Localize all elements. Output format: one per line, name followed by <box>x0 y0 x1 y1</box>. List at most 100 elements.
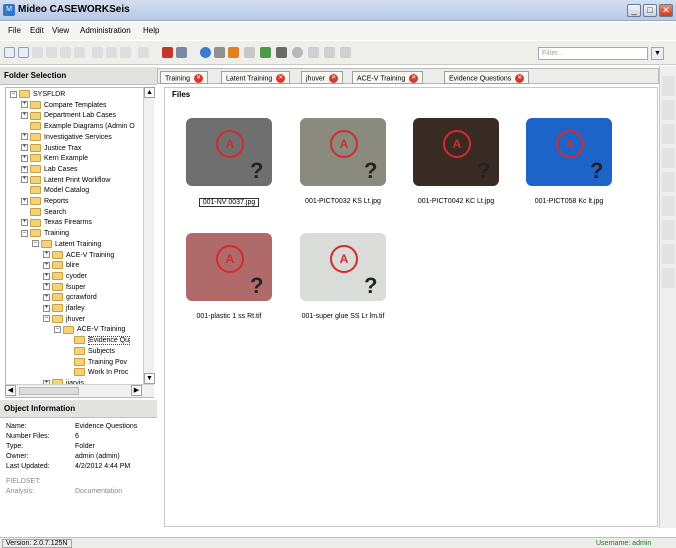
file-thumbnail[interactable]: A? <box>186 233 272 301</box>
tree-expander-icon[interactable]: + <box>21 165 28 173</box>
compare-icon[interactable] <box>324 47 335 58</box>
delete-icon[interactable] <box>120 47 131 58</box>
tree-item[interactable]: + Texas Firearms <box>21 218 92 228</box>
rail-tool-icon[interactable] <box>662 196 675 216</box>
tab-close-icon[interactable]: ✕ <box>194 74 204 83</box>
rail-tool-icon[interactable] <box>662 220 675 240</box>
tab[interactable]: Training ✕ <box>160 71 209 84</box>
new-icon[interactable] <box>4 47 15 58</box>
tree-item[interactable]: − ACE-V Training <box>54 325 125 335</box>
filter-dropdown-button[interactable]: ▼ <box>651 47 664 60</box>
tree-item[interactable]: + cyoder <box>43 272 87 282</box>
properties-icon[interactable] <box>138 47 149 58</box>
flag-icon[interactable] <box>228 47 239 58</box>
tree-item[interactable]: Subjects <box>65 346 115 357</box>
tree-item[interactable]: Training Pov <box>65 357 127 368</box>
tree-item[interactable]: + Reports <box>21 197 69 207</box>
tree-item[interactable]: + blire <box>43 261 79 271</box>
rail-tool-icon[interactable] <box>662 172 675 192</box>
tree-item[interactable]: Search <box>21 207 66 218</box>
tree-item[interactable]: − Latent Training <box>32 239 101 250</box>
tab[interactable]: jhuver ✕ <box>301 71 344 84</box>
tree-item[interactable]: + Kern Example <box>21 154 88 164</box>
open-icon[interactable] <box>18 47 29 58</box>
copy-icon[interactable] <box>92 47 103 58</box>
tree-item[interactable]: Evidence Qu <box>65 336 131 346</box>
file-name-label[interactable]: 001-PICT0042 KC Lt.jpg <box>403 198 509 205</box>
file-thumbnail[interactable]: A? <box>300 233 386 301</box>
tree-expander-icon[interactable]: + <box>43 293 50 301</box>
tree-item[interactable]: + jfarley <box>43 304 85 314</box>
tree-expander-icon[interactable]: − <box>54 326 61 334</box>
tree-item[interactable]: + Compare Templates <box>21 100 107 111</box>
refresh-icon[interactable] <box>60 47 71 58</box>
slideshow-icon[interactable] <box>308 47 319 58</box>
menu-file[interactable]: File <box>8 26 21 35</box>
rail-chart-icon[interactable] <box>662 244 675 264</box>
tree-item[interactable]: Model Catalog <box>21 186 89 196</box>
file-name-label[interactable]: 001-PICT0032 KS Lt.jpg <box>290 198 396 205</box>
print-icon[interactable] <box>46 47 57 58</box>
grid-icon[interactable] <box>276 47 287 58</box>
tree-expander-icon[interactable]: − <box>21 229 28 237</box>
tools-icon[interactable] <box>214 47 225 58</box>
file-name-label[interactable]: 001-NV 0037.jpg <box>199 198 259 207</box>
tree-expander-icon[interactable]: − <box>10 90 17 98</box>
rail-tool-icon[interactable] <box>662 76 675 96</box>
rail-document-icon[interactable] <box>662 148 675 168</box>
tree-item[interactable]: + fsuper <box>43 282 85 293</box>
tab[interactable]: Latent Training ✕ <box>221 71 291 84</box>
minimize-button[interactable]: _ <box>627 4 641 17</box>
tree-item[interactable]: + Latent Print Workflow <box>21 175 110 186</box>
tab[interactable]: ACE-V Training ✕ <box>352 71 424 84</box>
tree-item[interactable]: + Department Lab Cases <box>21 111 116 121</box>
tree-expander-icon[interactable]: + <box>43 261 50 269</box>
tab-close-icon[interactable]: ✕ <box>329 74 339 83</box>
file-thumbnail[interactable]: A? <box>300 118 386 186</box>
tree-expander-icon[interactable]: + <box>21 133 28 141</box>
tree-expander-icon[interactable]: + <box>21 197 28 205</box>
menu-help[interactable]: Help <box>143 26 159 35</box>
tree-item[interactable]: + gcrawford <box>43 293 97 303</box>
tree-item[interactable]: + Lab Cases <box>21 165 77 175</box>
file-thumbnail[interactable]: A? <box>413 118 499 186</box>
tree-item[interactable]: − Training <box>21 229 69 239</box>
tree-expander-icon[interactable]: + <box>43 283 50 291</box>
view-mode-icon[interactable] <box>176 47 187 58</box>
help-icon[interactable] <box>200 47 211 58</box>
tree-expander-icon[interactable]: + <box>43 304 50 312</box>
close-button[interactable]: ✕ <box>659 4 673 17</box>
tab-close-icon[interactable]: ✕ <box>515 74 525 83</box>
file-name-label[interactable]: 001-plastic 1 ss Rt.tif <box>176 313 282 320</box>
tree-expander-icon[interactable]: + <box>21 101 28 109</box>
tree-item[interactable]: − SYSFLDR <box>10 90 65 100</box>
rail-tool-icon[interactable] <box>662 268 675 288</box>
tree-expander-icon[interactable]: + <box>21 112 28 120</box>
scroll-left-button[interactable]: ◀ <box>5 385 16 396</box>
file-thumbnail[interactable]: A? <box>186 118 272 186</box>
scroll-right-button[interactable]: ▶ <box>131 385 142 396</box>
maximize-button[interactable]: □ <box>643 4 657 17</box>
cut-icon[interactable] <box>74 47 85 58</box>
zoom-icon[interactable] <box>292 47 303 58</box>
tree-horizontal-scrollbar[interactable]: ◀ ▶ <box>5 384 154 397</box>
tree-item[interactable]: + Investigative Services <box>21 132 112 143</box>
paste-icon[interactable] <box>106 47 117 58</box>
tree-expander-icon[interactable]: + <box>21 144 28 152</box>
rail-help-icon[interactable] <box>662 124 675 144</box>
tree-expander-icon[interactable]: + <box>21 176 28 184</box>
folder-tree[interactable]: − SYSFLDR + Compare Templates + Department La… <box>5 87 154 398</box>
export-icon[interactable] <box>260 47 271 58</box>
tab-close-icon[interactable]: ✕ <box>276 74 286 83</box>
next-icon[interactable] <box>340 47 351 58</box>
scroll-thumb[interactable] <box>19 387 79 395</box>
filter-input[interactable]: Filter... <box>538 47 648 60</box>
tree-expander-icon[interactable]: + <box>21 154 28 162</box>
tree-item[interactable]: + Justice Trax <box>21 143 81 154</box>
tree-expander-icon[interactable]: − <box>32 240 39 248</box>
tree-expander-icon[interactable]: + <box>43 272 50 280</box>
link-icon[interactable] <box>244 47 255 58</box>
tab[interactable]: Evidence Questions ✕ <box>444 71 530 84</box>
file-name-label[interactable]: 001-PICT058 Kc lt.jpg <box>516 198 622 205</box>
file-thumbnail[interactable]: A? <box>526 118 612 186</box>
